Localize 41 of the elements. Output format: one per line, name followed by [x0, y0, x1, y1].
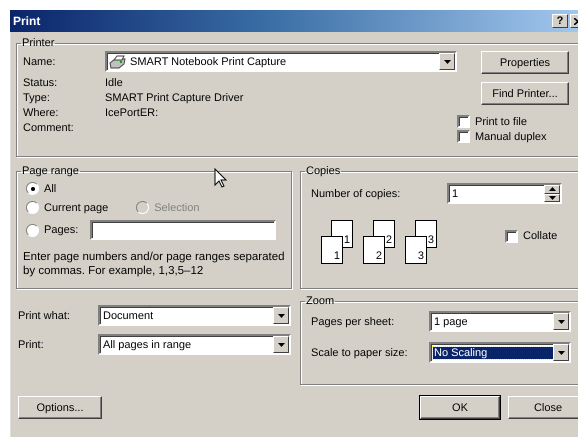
group-title: Zoom — [305, 295, 336, 307]
field-label: Number of copies: — [311, 188, 402, 200]
radio-label: Current page — [44, 202, 108, 214]
info-value: SMART Print Capture Driver — [105, 92, 244, 104]
printer-dropdown[interactable]: SMART Notebook Print Capture — [105, 51, 457, 72]
info-label: Comment: — [23, 122, 74, 134]
properties-button[interactable]: Properties — [481, 51, 569, 74]
close-dialog-button[interactable]: Close — [508, 396, 578, 419]
dropdown-field[interactable]: 1 page — [429, 311, 571, 332]
field-label: Print what: — [18, 310, 71, 322]
info-value: Idle — [105, 77, 123, 89]
checkbox-label: Collate — [523, 230, 558, 242]
field-label: Print: — [18, 338, 45, 350]
checkbox-label: Manual duplex — [475, 130, 547, 142]
info-label: Type: — [23, 92, 50, 104]
radio-label: Pages: — [44, 224, 78, 236]
field-label: Name: — [23, 56, 56, 68]
ok-button[interactable]: OK — [420, 396, 500, 419]
copies-spinner[interactable]: 1 — [447, 183, 562, 204]
group-title: Page range — [21, 165, 80, 177]
info-value: IcePortER: — [105, 107, 158, 119]
window-title: Print — [13, 14, 40, 28]
hint-text: Enter page numbers and/or page ranges separated by commas. For example, 1,3,5–12 — [23, 250, 285, 278]
dropdown-field[interactable]: No Scaling — [429, 342, 571, 363]
radio-label: All — [44, 182, 56, 194]
dropdown-field[interactable]: Document — [98, 305, 291, 326]
group-title: Printer — [21, 37, 56, 49]
help-button[interactable]: ? — [552, 14, 568, 28]
group-title: Copies — [305, 165, 342, 177]
checkbox-label: Print to file — [475, 116, 527, 128]
field-label: Pages per sheet: — [311, 316, 396, 328]
info-label: Status: — [23, 77, 58, 89]
field-label: Scale to paper size: — [311, 346, 409, 358]
page-sheet: 3 — [405, 236, 427, 264]
info-label: Where: — [23, 107, 58, 119]
dropdown-field[interactable]: All pages in range — [98, 334, 291, 355]
radio-label: Selection — [154, 202, 200, 214]
page-sheet: 2 — [363, 236, 385, 264]
options-button[interactable]: Options... — [18, 396, 102, 419]
page-sheet: 1 — [321, 236, 343, 264]
find-printer-button[interactable]: Find Printer... — [481, 82, 569, 105]
